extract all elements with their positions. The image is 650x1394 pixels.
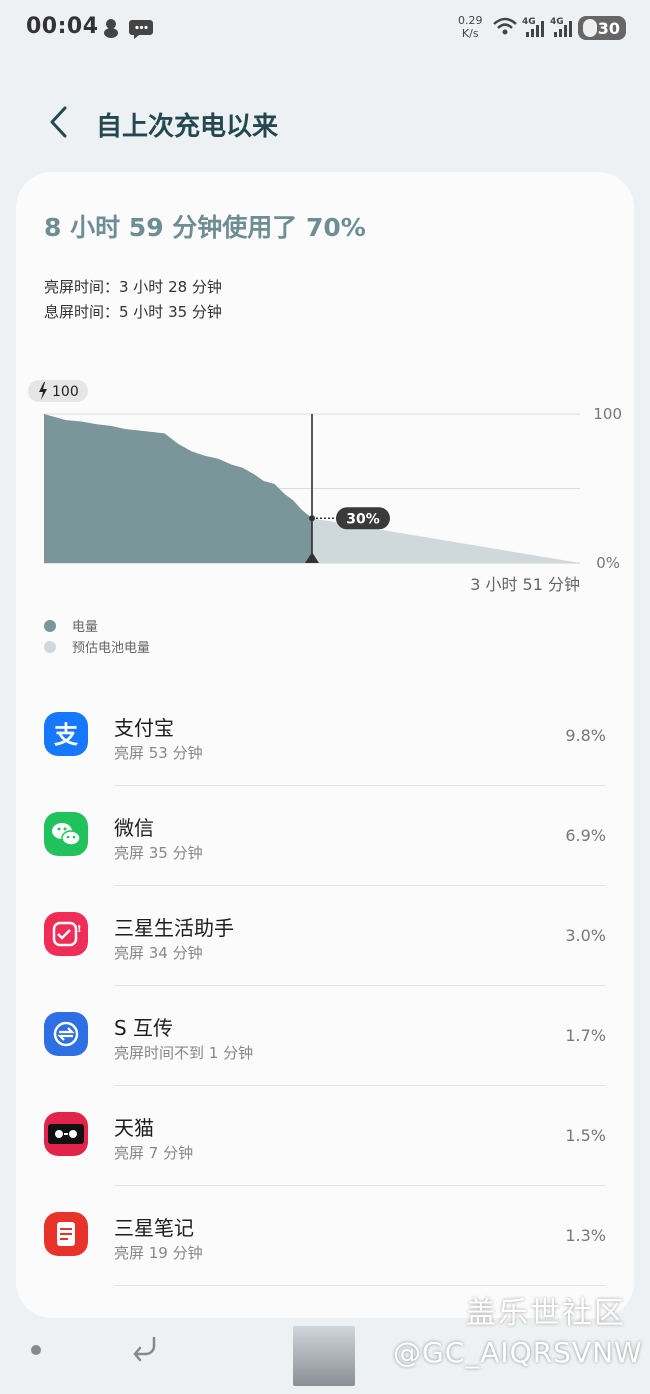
app-name: 三星笔记 (114, 1216, 194, 1240)
svg-text:!: ! (77, 924, 82, 935)
message-icon (129, 20, 153, 39)
y-axis-label-max: 100 (593, 405, 622, 423)
back-button[interactable] (38, 100, 78, 144)
remaining-time-label: 3 小时 51 分钟 (470, 575, 580, 594)
battery-indicator: 30 (578, 16, 626, 40)
app-screen-time: 亮屏 7 分钟 (114, 1144, 194, 1162)
legend-item-estimated: 预估电池电量 (44, 637, 150, 656)
signal-icon-1 (526, 21, 544, 37)
legend-label-estimated: 预估电池电量 (72, 641, 151, 656)
list-item[interactable]: ! 三星生活助手 亮屏 34 分钟 3.0% (16, 886, 634, 986)
nav-back-icon[interactable] (130, 1332, 162, 1364)
usage-summary: 8 小时 59 分钟使用了 70% (44, 213, 366, 242)
app-name: 微信 (114, 816, 154, 840)
alipay-icon: 支 (44, 712, 88, 756)
list-item[interactable]: 天猫 亮屏 7 分钟 1.5% (16, 1086, 634, 1186)
legend-label-battery: 电量 (72, 620, 99, 635)
app-usage-percent: 6.9% (565, 826, 606, 845)
app-usage-percent: 9.8% (565, 726, 606, 745)
page-title: 自上次充电以来 (96, 112, 279, 142)
app-usage-percent: 1.5% (565, 1126, 606, 1145)
battery-usage-card: 8 小时 59 分钟使用了 70% 亮屏时间：3 小时 28 分钟 息屏时间：5… (16, 172, 634, 1318)
current-level-point (309, 515, 315, 522)
app-screen-time: 亮屏 35 分钟 (114, 844, 203, 862)
app-usage-percent: 1.7% (565, 1026, 606, 1045)
battery-saver-icon (583, 19, 597, 37)
watermark-user: @GC_AIQRSVNW (393, 1336, 643, 1369)
screen-on-time: 亮屏时间：3 小时 28 分钟 (44, 278, 222, 296)
start-level-label: 100 (52, 384, 79, 400)
status-bar: 00:04 0.29 K/s 4G 4G 30 (0, 0, 650, 56)
list-item[interactable]: 三星笔记 亮屏 19 分钟 1.3% (16, 1186, 634, 1286)
notification-app-icon (104, 19, 118, 38)
svg-text:支: 支 (54, 721, 79, 749)
legend-dot-estimated (44, 640, 56, 653)
app-screen-time: 亮屏时间不到 1 分钟 (114, 1044, 254, 1062)
signal-icon-2 (554, 21, 572, 37)
avatar (293, 1326, 355, 1386)
divider (114, 1285, 606, 1286)
app-screen-time: 亮屏 34 分钟 (114, 944, 203, 962)
current-level-label: 30% (346, 511, 380, 527)
list-item[interactable]: S 互传 亮屏时间不到 1 分钟 1.7% (16, 986, 634, 1086)
battery-level-area (44, 414, 312, 563)
app-screen-time: 亮屏 53 分钟 (114, 744, 203, 762)
wechat-icon (44, 812, 88, 856)
samsung-notes-icon (44, 1212, 88, 1256)
network-speed-unit: K/s (461, 27, 479, 40)
network-speed: 0.29 K/s (458, 14, 483, 40)
app-name: S 互传 (114, 1016, 174, 1040)
tmall-icon (44, 1112, 88, 1156)
app-screen-time: 亮屏 19 分钟 (114, 1244, 203, 1262)
wifi-icon (493, 17, 517, 35)
status-time: 00:04 (26, 14, 99, 39)
watermark-title: 盖乐世社区 (466, 1296, 626, 1331)
app-usage-percent: 3.0% (565, 926, 606, 945)
navigation-bar: 盖乐世社区 @GC_AIQRSVNW (0, 1296, 650, 1394)
list-item[interactable]: 支 支付宝 亮屏 53 分钟 9.8% (16, 686, 634, 786)
app-name: 支付宝 (114, 716, 174, 740)
battery-level: 30 (597, 18, 620, 38)
legend-item-battery: 电量 (44, 616, 98, 635)
chevron-left-icon (50, 106, 67, 138)
nav-recents-button[interactable] (31, 1345, 41, 1355)
screen-off-time: 息屏时间：5 小时 35 分钟 (44, 303, 222, 321)
list-item[interactable]: 微信 亮屏 35 分钟 6.9% (16, 786, 634, 886)
y-axis-label-min: 0% (596, 554, 620, 572)
network-speed-value: 0.29 (458, 14, 483, 27)
app-name: 天猫 (114, 1116, 154, 1140)
app-usage-percent: 1.3% (565, 1226, 606, 1245)
quick-share-icon (44, 1012, 88, 1056)
battery-chart: 30% 100 100 0% 3 小时 51 分钟 (28, 380, 622, 594)
samsung-life-assistant-icon: ! (44, 912, 88, 956)
legend-dot-battery (44, 619, 56, 632)
app-name: 三星生活助手 (114, 916, 234, 940)
